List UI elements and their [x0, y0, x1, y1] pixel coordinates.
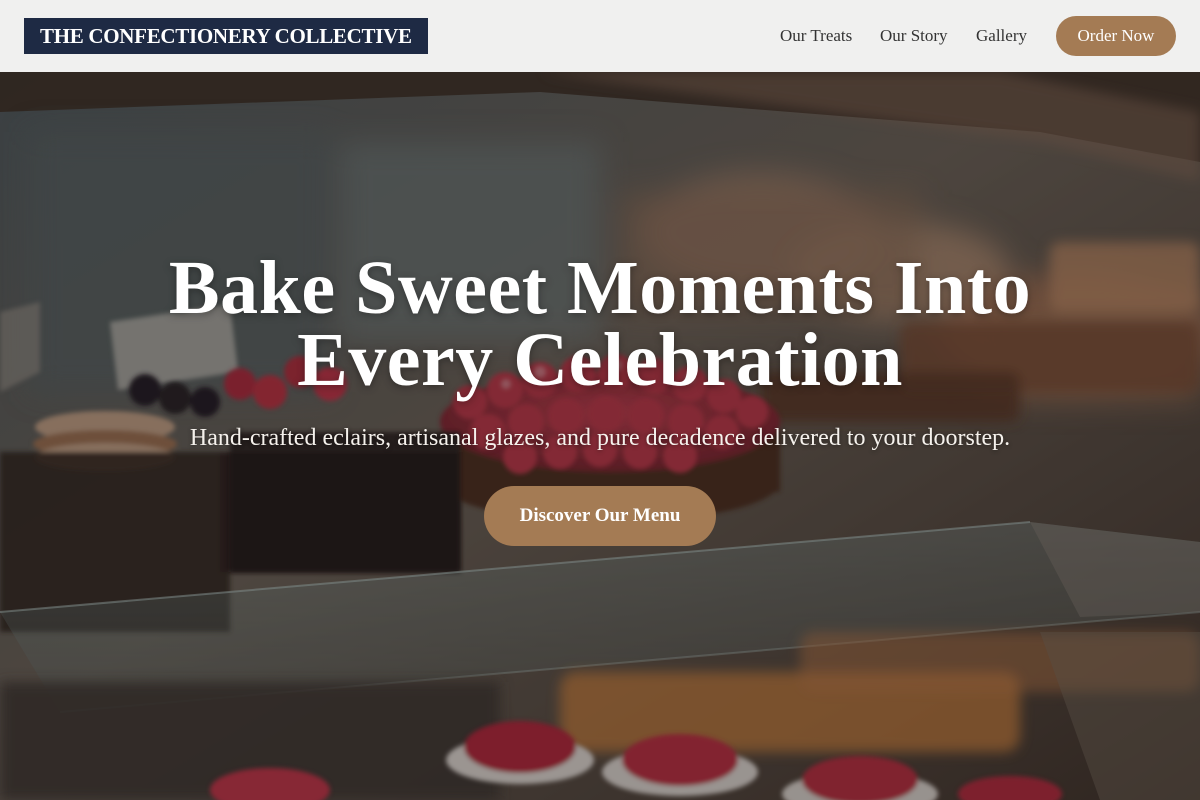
site-logo[interactable]: THE CONFECTIONERY COLLECTIVE — [24, 18, 428, 54]
hero-section: Bake Sweet Moments Into Every Celebratio… — [0, 72, 1200, 800]
hero-subtitle: Hand-crafted eclairs, artisanal glazes, … — [189, 425, 1011, 451]
nav-link-our-treats[interactable]: Our Treats — [780, 24, 852, 48]
nav-link-our-story[interactable]: Our Story — [880, 24, 948, 48]
order-now-button[interactable]: Order Now — [1056, 16, 1176, 56]
hero-title: Bake Sweet Moments Into Every Celebratio… — [100, 250, 1100, 398]
discover-menu-button[interactable]: Discover Our Menu — [484, 486, 716, 546]
landing-page: THE CONFECTIONERY COLLECTIVE Our Treats … — [0, 0, 1200, 800]
nav-link-gallery[interactable]: Gallery — [976, 24, 1027, 48]
site-header: THE CONFECTIONERY COLLECTIVE Our Treats … — [0, 0, 1200, 72]
hero-title-line-2: Every Celebration — [297, 318, 903, 402]
